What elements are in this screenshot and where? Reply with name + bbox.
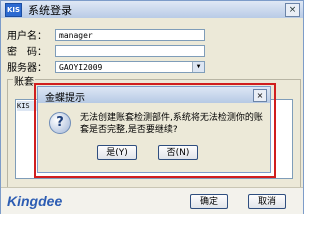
- server-label: 服务器：: [7, 63, 47, 74]
- yes-button[interactable]: 是(Y): [97, 145, 137, 160]
- account-set-group-label: 账套: [13, 73, 35, 88]
- window-titlebar[interactable]: KIS 系统登录 ×: [1, 1, 303, 18]
- cancel-button[interactable]: 取消: [248, 194, 286, 209]
- server-row: 服务器： GAOYI2009 ▼: [7, 59, 205, 74]
- kingdee-logo: Kingdee: [7, 193, 63, 209]
- chevron-down-icon[interactable]: ▼: [192, 61, 204, 72]
- username-label: 用户名：: [7, 31, 47, 42]
- window-title: 系统登录: [28, 3, 72, 17]
- server-value: GAOYI2009: [59, 62, 103, 72]
- ok-button[interactable]: 确定: [190, 194, 228, 209]
- no-button[interactable]: 否(N): [158, 145, 198, 160]
- password-row: 密 码：: [7, 43, 205, 58]
- dialog-message: 无法创建账套检测部件,系统将无法检测你的账套是否完整,是否要继续?: [80, 113, 263, 135]
- prompt-dialog: 金蝶提示 × ? 无法创建账套检测部件,系统将无法检测你的账套是否完整,是否要继…: [37, 86, 271, 173]
- password-label: 密 码：: [7, 47, 47, 58]
- kis-app-icon: KIS: [5, 2, 22, 17]
- username-field[interactable]: manager: [55, 28, 205, 41]
- dialog-titlebar[interactable]: 金蝶提示 ×: [38, 87, 270, 104]
- dialog-close-button[interactable]: ×: [253, 89, 267, 102]
- footer-bar: Kingdee 确定 取消: [1, 187, 303, 214]
- username-row: 用户名： manager: [7, 27, 205, 42]
- server-select[interactable]: GAOYI2009 ▼: [55, 60, 205, 73]
- question-icon: ?: [49, 112, 71, 134]
- password-field[interactable]: [55, 44, 205, 57]
- dialog-title: 金蝶提示: [45, 93, 85, 104]
- window-close-button[interactable]: ×: [285, 3, 300, 17]
